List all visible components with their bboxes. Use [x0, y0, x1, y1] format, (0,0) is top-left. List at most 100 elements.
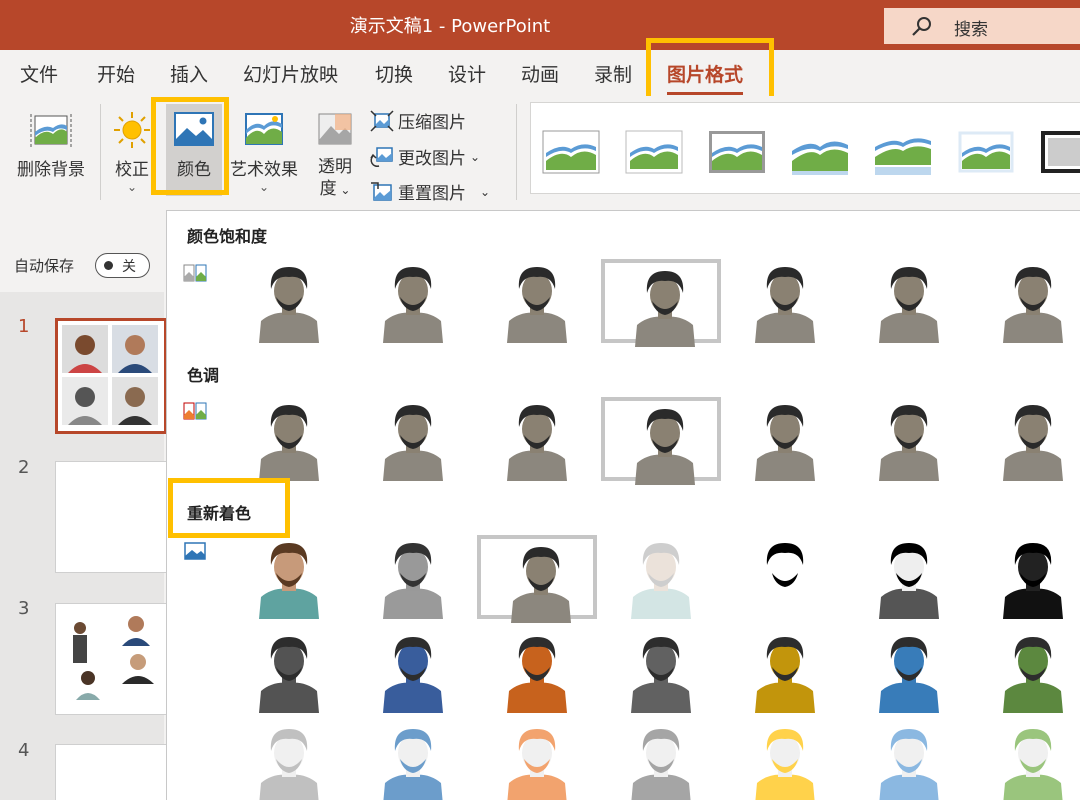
slide-3-people-cutouts	[73, 616, 154, 700]
color-tone-title: 色调	[187, 366, 220, 385]
recolor-option[interactable]	[229, 535, 349, 619]
recolor-dark-option[interactable]	[229, 629, 349, 713]
recolor-option[interactable]	[849, 535, 969, 619]
recolor-option[interactable]	[725, 535, 845, 619]
slide-1-photo-grid	[62, 325, 158, 425]
transparency-label-line1: 透明	[318, 157, 352, 177]
reset-picture-button[interactable]: 重置图片 ⌄	[370, 179, 490, 204]
recolor-dark-option[interactable]	[353, 629, 473, 713]
autosave-bar: 自动保存 关	[0, 242, 164, 290]
color-saturation-option[interactable]	[725, 259, 845, 343]
search-icon	[912, 17, 931, 36]
recolor-light-option[interactable]	[601, 721, 721, 800]
toggle-knob	[104, 261, 113, 270]
recolor-option[interactable]	[477, 535, 597, 623]
color-saturation-option[interactable]	[229, 259, 349, 343]
picture-style-thumbnail[interactable]	[624, 129, 684, 175]
title-bar: 演示文稿1 - PowerPoint 搜索	[0, 0, 1080, 50]
tab-design[interactable]: 设计	[448, 60, 486, 87]
ribbon-tabs: 文件 开始 插入 幻灯片放映 切换 设计 动画 录制 图片格式	[0, 50, 1080, 96]
color-tone-option[interactable]	[849, 397, 969, 481]
corrections-button[interactable]: 校正 ⌄	[108, 110, 156, 194]
chevron-down-icon: ⌄	[470, 149, 481, 164]
recolor-light-option[interactable]	[973, 721, 1080, 800]
recolor-light-option[interactable]	[353, 721, 473, 800]
artistic-effects-label: 艺术效果	[230, 160, 298, 180]
tab-animations[interactable]: 动画	[521, 60, 559, 87]
color-saturation-option[interactable]	[353, 259, 473, 343]
transparency-button[interactable]: 透明 度 ⌄	[308, 110, 362, 201]
picture-style-thumbnail[interactable]	[707, 129, 767, 175]
tab-home[interactable]: 开始	[97, 60, 135, 87]
saturation-icon	[183, 264, 207, 282]
picture-style-thumbnail[interactable]	[956, 129, 1016, 175]
reset-picture-icon	[371, 181, 392, 201]
tab-file[interactable]: 文件	[20, 60, 58, 87]
color-tone-option[interactable]	[229, 397, 349, 481]
recolor-dark-option[interactable]	[973, 629, 1080, 713]
picture-style-thumbnail[interactable]	[873, 129, 933, 175]
slide-number: 3	[18, 598, 30, 619]
reset-picture-label: 重置图片	[398, 184, 466, 204]
picture-styles-gallery	[530, 102, 1080, 194]
color-tone-option[interactable]	[601, 397, 721, 485]
recolor-light-option[interactable]	[477, 721, 597, 800]
autosave-toggle[interactable]: 关	[95, 253, 150, 278]
compress-icon	[370, 109, 394, 132]
color-saturation-option[interactable]	[477, 259, 597, 343]
change-picture-icon	[370, 146, 393, 167]
change-picture-button[interactable]: 更改图片 ⌄	[370, 144, 480, 169]
picture-style-thumbnail[interactable]	[790, 129, 850, 175]
tab-insert[interactable]: 插入	[170, 60, 208, 87]
tab-slideshow[interactable]: 幻灯片放映	[243, 60, 338, 87]
color-saturation-option[interactable]	[849, 259, 969, 343]
ribbon-separator	[100, 104, 101, 200]
slide-thumbnail-3[interactable]	[55, 603, 167, 715]
tab-record[interactable]: 录制	[594, 60, 632, 87]
color-tone-option[interactable]	[477, 397, 597, 481]
window-title: 演示文稿1 - PowerPoint	[349, 16, 551, 37]
recolor-dark-option[interactable]	[725, 629, 845, 713]
recolor-light-option[interactable]	[725, 721, 845, 800]
change-picture-label: 更改图片	[398, 149, 466, 169]
search-box[interactable]: 搜索	[884, 8, 1080, 44]
recolor-icon	[184, 542, 206, 560]
recolor-dark-option[interactable]	[477, 629, 597, 713]
color-dropdown-panel: 颜色饱和度 色调 重新着色	[166, 210, 1080, 800]
color-tone-option[interactable]	[973, 397, 1080, 481]
artistic-effects-button[interactable]: 艺术效果 ⌄	[228, 110, 300, 194]
transparency-icon	[318, 113, 352, 145]
slide-thumbnail-2[interactable]	[55, 461, 167, 573]
recolor-light-option[interactable]	[849, 721, 969, 800]
compress-label: 压缩图片	[398, 113, 466, 133]
color-saturation-option[interactable]	[973, 259, 1080, 343]
chevron-down-icon: ⌄	[258, 180, 270, 194]
chevron-down-icon: ⌄	[126, 180, 138, 194]
slide-number: 4	[18, 740, 30, 761]
slide-thumbnail-1[interactable]	[55, 318, 167, 434]
color-tone-option[interactable]	[725, 397, 845, 481]
tab-transitions[interactable]: 切换	[375, 60, 413, 87]
color-tone-option[interactable]	[353, 397, 473, 481]
artistic-effects-icon	[245, 113, 283, 145]
slide-number: 1	[18, 316, 30, 337]
autosave-toggle-value: 关	[122, 259, 136, 275]
picture-style-thumbnail[interactable]	[541, 129, 601, 175]
remove-background-button[interactable]: 删除背景	[10, 110, 92, 180]
recolor-option[interactable]	[973, 535, 1080, 619]
recolor-option[interactable]	[353, 535, 473, 619]
recolor-option[interactable]	[601, 535, 721, 619]
remove-background-icon	[30, 114, 72, 148]
recolor-dark-option[interactable]	[601, 629, 721, 713]
recolor-light-option[interactable]	[229, 721, 349, 800]
slide-thumbnail-4[interactable]	[55, 744, 167, 800]
compress-pictures-button[interactable]: 压缩图片	[370, 108, 466, 133]
color-saturation-option[interactable]	[601, 259, 721, 347]
search-label: 搜索	[954, 20, 988, 40]
recolor-dark-option[interactable]	[849, 629, 969, 713]
highlight-recolor-title	[168, 478, 290, 538]
chevron-down-icon: ⌄	[336, 183, 351, 197]
picture-style-thumbnail[interactable]	[1039, 129, 1080, 175]
transparency-label-line2: 度	[319, 179, 337, 199]
chevron-down-icon: ⌄	[480, 184, 491, 199]
